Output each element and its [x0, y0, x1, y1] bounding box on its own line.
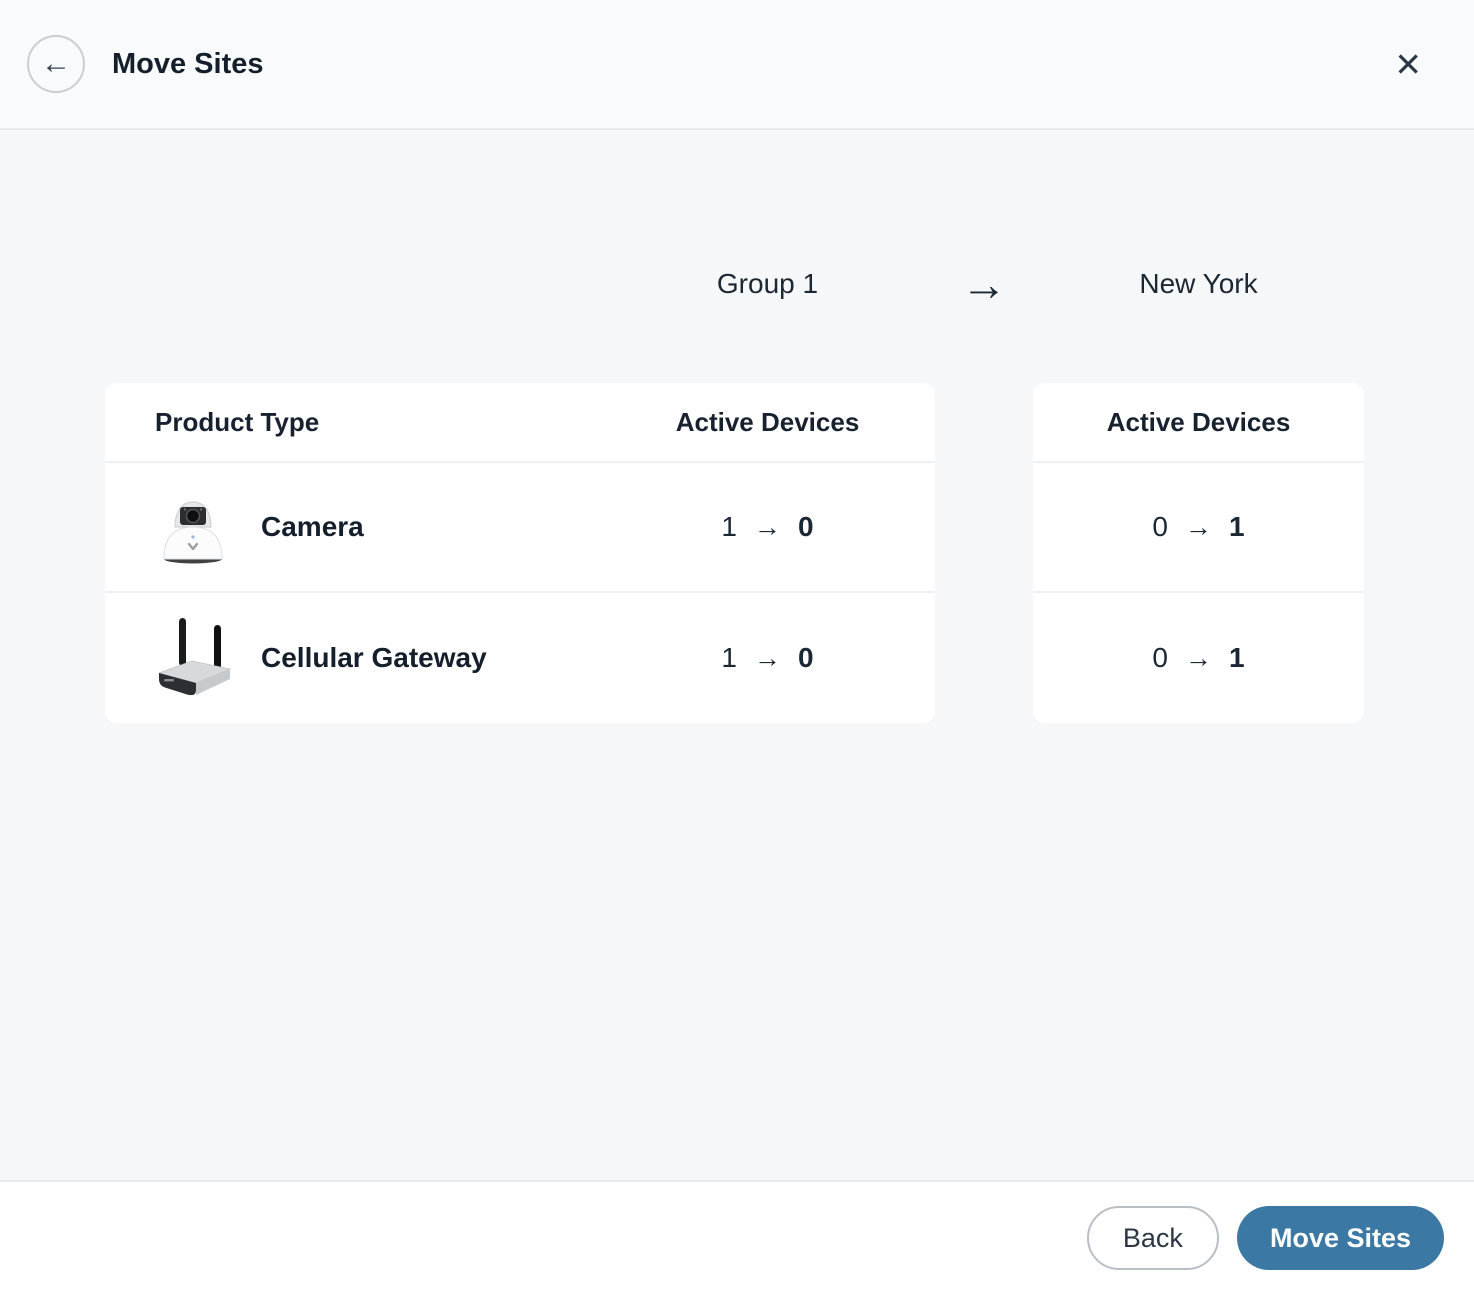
move-sites-dialog: ← Move Sites ✕ Group 1 → New York Produc…: [0, 0, 1474, 1294]
table-row-gateway-destination: 0 → 1: [1033, 593, 1364, 723]
count-before: 1: [721, 511, 737, 542]
active-devices-column-header: Active Devices: [1106, 406, 1291, 437]
arrow-icon: →: [1185, 642, 1212, 673]
count-after: 0: [798, 642, 814, 673]
device-count-change: 0 → 1: [1152, 642, 1244, 674]
cellular-gateway-icon: [151, 615, 235, 701]
count-after: 0: [798, 511, 814, 542]
arrow-icon: →: [754, 642, 781, 673]
table-row-cellular-gateway: Cellular Gateway 1 → 0: [105, 593, 935, 723]
source-group-label: Group 1: [716, 268, 819, 299]
table-row-camera: Camera 1 → 0: [105, 463, 935, 593]
close-icon: ✕: [1394, 45, 1422, 83]
source-card-header: Product Type Active Devices: [105, 383, 935, 463]
transfer-arrow-icon: →: [961, 258, 1007, 310]
device-tables: Product Type Active Devices Camera 1 → 0…: [105, 383, 1474, 723]
destination-card-header: Active Devices: [1033, 383, 1364, 463]
active-devices-column-header: Active Devices: [675, 406, 860, 437]
move-sites-button[interactable]: Move Sites: [1236, 1206, 1444, 1270]
count-before: 0: [1152, 511, 1168, 542]
destination-devices-card: Active Devices 0 → 1 0 → 1: [1033, 383, 1364, 723]
arrow-icon: →: [1185, 511, 1212, 542]
count-after: 1: [1229, 642, 1245, 673]
device-count-change: 0 → 1: [1152, 511, 1244, 543]
dialog-content: Group 1 → New York Product Type Active D…: [0, 130, 1474, 1180]
product-label: Camera: [261, 511, 364, 542]
dialog-footer: Back Move Sites: [0, 1180, 1474, 1294]
close-button[interactable]: ✕: [1394, 48, 1422, 81]
product-label: Cellular Gateway: [261, 642, 487, 673]
back-arrow-icon: ←: [41, 47, 71, 80]
table-row-camera-destination: 0 → 1: [1033, 463, 1364, 593]
back-circle-button[interactable]: ←: [27, 35, 85, 93]
dialog-header: ← Move Sites ✕: [0, 0, 1474, 130]
device-count-change: 1 → 0: [600, 642, 935, 674]
back-button[interactable]: Back: [1086, 1206, 1219, 1270]
dialog-title: Move Sites: [112, 47, 264, 80]
destination-group-label: New York: [1139, 268, 1258, 299]
source-devices-card: Product Type Active Devices Camera 1 → 0…: [105, 383, 935, 723]
transfer-summary-row: Group 1 → New York: [105, 258, 1474, 310]
product-type-column-header: Product Type: [155, 406, 320, 437]
count-before: 1: [721, 642, 737, 673]
arrow-icon: →: [754, 511, 781, 542]
count-before: 0: [1152, 642, 1168, 673]
device-count-change: 1 → 0: [600, 511, 935, 543]
dome-camera-icon: [151, 487, 235, 567]
count-after: 1: [1229, 511, 1245, 542]
